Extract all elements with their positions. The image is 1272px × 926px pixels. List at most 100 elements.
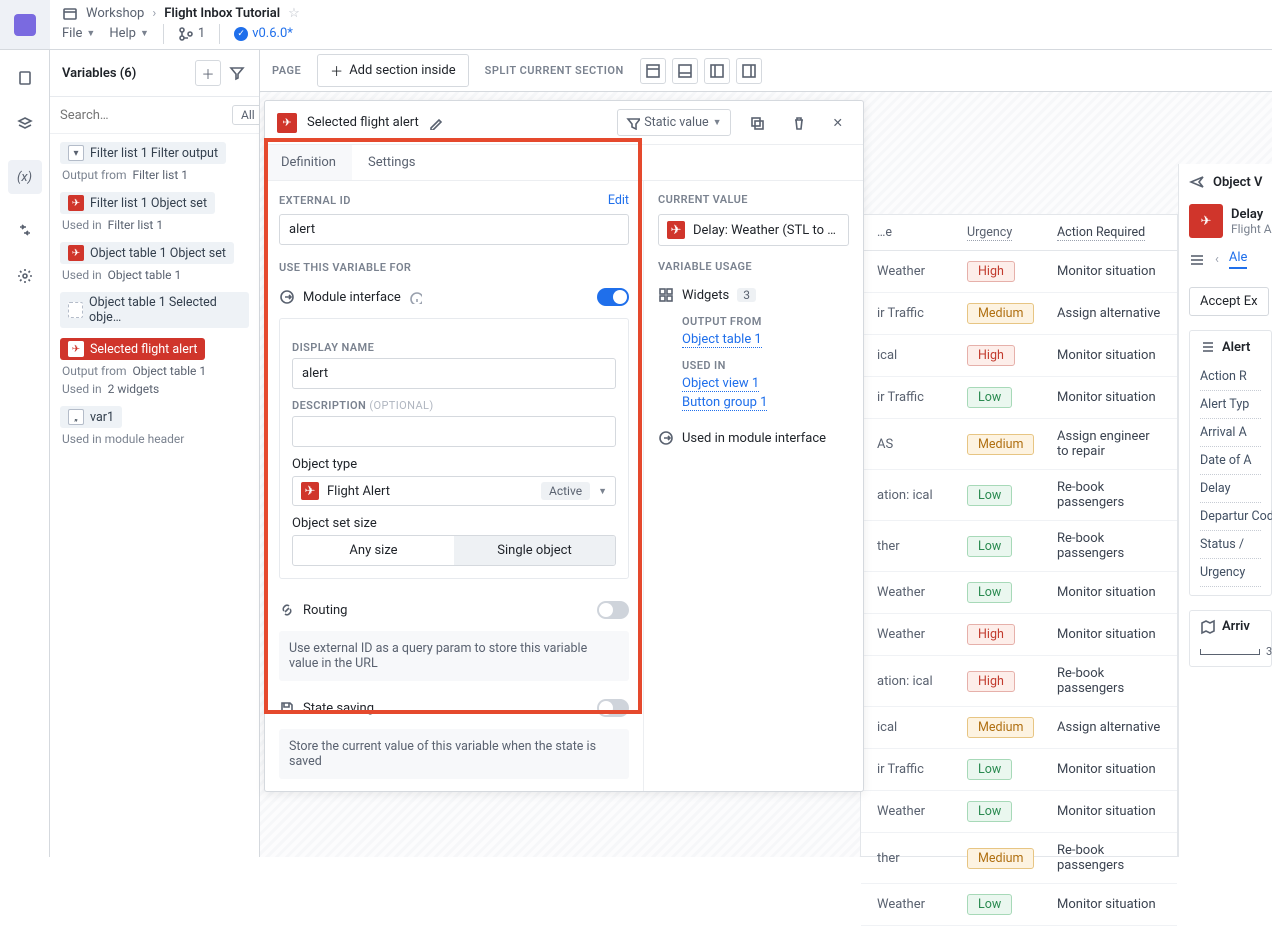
col-header[interactable]: Action Required [1049,225,1169,240]
variable-link[interactable]: Object table 1 [133,364,207,378]
variable-link[interactable]: 2 widgets [108,382,160,396]
split-option-1[interactable] [640,58,666,84]
col-header[interactable]: …e [869,225,959,240]
widgets-row[interactable]: Widgets 3 [658,281,849,309]
edit-link[interactable]: Edit [608,193,629,208]
object-subtitle: Flight A [1231,222,1272,236]
state-toggle[interactable] [597,699,629,717]
split-option-2[interactable] [672,58,698,84]
tab-settings[interactable]: Settings [352,145,431,180]
variable-item[interactable]: ▾Filter list 1 Filter output [60,142,226,164]
set-size-segment: Any size Single object [292,535,616,566]
chevron-right-icon: › [152,6,156,21]
split-option-4[interactable] [736,58,762,84]
status-badge: Active [541,482,590,500]
variable-item[interactable]: „var1 [60,406,122,428]
property-row[interactable]: Delay [1200,475,1261,503]
search-input[interactable] [60,108,226,123]
table-row[interactable]: icalHighMonitor situation [861,335,1177,377]
variable-item-selected[interactable]: ✈Selected flight alert [60,338,205,360]
property-row[interactable]: Date of A [1200,447,1261,475]
breadcrumb-page[interactable]: Flight Inbox Tutorial [164,6,280,21]
favorite-icon[interactable]: ☆ [288,6,300,21]
state-note: Store the current value of this variable… [279,729,629,779]
rail-layers-icon[interactable] [15,114,35,134]
variable-item[interactable]: Object table 1 Selected obje… [60,292,249,328]
table-row[interactable]: ation: icalLowRe-book passengers [861,470,1177,521]
property-row[interactable]: Urgency [1200,559,1261,587]
edit-icon[interactable] [429,116,443,130]
tab-definition[interactable]: Definition [265,145,352,180]
app-logo[interactable] [0,0,50,49]
variable-link[interactable]: Object table 1 [108,268,182,282]
table-row[interactable]: ir TrafficMediumAssign alternative [861,293,1177,335]
table-row[interactable]: ir TrafficLowMonitor situation [861,377,1177,419]
table-row[interactable]: WeatherLowMonitor situation [861,572,1177,614]
external-id-input[interactable] [279,214,629,245]
info-icon[interactable] [409,291,422,304]
rail-flow-icon[interactable] [15,220,35,240]
plane-icon: ✈ [277,113,297,133]
back-icon[interactable]: ‹ [1215,252,1219,267]
table-row[interactable]: WeatherLowMonitor situation [861,884,1177,926]
output-from-link[interactable]: Object table 1 [682,332,762,348]
version-indicator[interactable]: ✓v0.6.0* [234,26,293,41]
used-in-link[interactable]: Button group 1 [682,395,767,411]
used-in-link[interactable]: Object view 1 [682,376,759,392]
seg-single-object[interactable]: Single object [454,536,615,565]
variable-link[interactable]: Filter list 1 [133,168,188,182]
rail-variables-icon[interactable]: (x) [8,160,42,194]
variable-link[interactable]: Filter list 1 [108,218,163,232]
table-row[interactable]: ation: icalHighRe-book passengers [861,656,1177,707]
table-row[interactable]: therMediumRe-book passengers [861,833,1177,884]
description-input[interactable] [292,416,616,447]
widgets-icon [658,287,674,303]
plane-icon: ✈ [68,245,84,261]
property-row[interactable]: Arrival A [1200,419,1261,447]
sidebar-filter-icon[interactable] [227,60,247,86]
property-row[interactable]: Departur Code [1200,503,1261,531]
menu-file[interactable]: File▼ [62,26,95,41]
sidebar-title: Variables (6) [62,66,136,81]
property-row[interactable]: Status / [1200,531,1261,559]
display-name-input[interactable] [292,358,616,389]
table-row[interactable]: therLowRe-book passengers [861,521,1177,572]
tab-alerts[interactable]: Ale [1229,250,1248,269]
module-interface-toggle[interactable] [597,288,629,306]
window-icon [62,6,78,22]
close-icon[interactable]: ✕ [825,112,851,134]
variable-item[interactable]: ✈Filter list 1 Object set [60,192,215,214]
seg-any-size[interactable]: Any size [293,536,454,565]
accept-button[interactable]: Accept Ex [1189,287,1269,316]
module-interface-label: Module interface [303,290,401,305]
col-header[interactable]: Urgency [959,225,1049,240]
routing-note: Use external ID as a query param to stor… [279,631,629,681]
static-value-dropdown[interactable]: Static value▼ [617,109,730,136]
table-row[interactable]: ASMediumAssign engineer to repair [861,419,1177,470]
rail-page-icon[interactable] [15,68,35,88]
property-row[interactable]: Action R [1200,363,1261,391]
menu-help[interactable]: Help▼ [109,26,149,41]
add-section-button[interactable]: ＋Add section inside [317,54,468,87]
routing-label: Routing [303,603,347,618]
table-row[interactable]: icalMediumAssign alternative [861,707,1177,749]
routing-toggle[interactable] [597,601,629,619]
table-row[interactable]: ir TrafficLowMonitor situation [861,749,1177,791]
current-value-chip[interactable]: ✈ Delay: Weather (STL to … [658,214,849,246]
split-option-3[interactable] [704,58,730,84]
breadcrumb-app[interactable]: Workshop [86,6,144,21]
branch-indicator[interactable]: 1 [178,26,205,42]
copy-icon[interactable] [741,112,773,134]
table-row[interactable]: WeatherLowMonitor situation [861,791,1177,833]
object-type-select[interactable]: ✈ Flight Alert Active ▼ [292,476,616,506]
variable-item[interactable]: ✈Object table 1 Object set [60,242,234,264]
table-row[interactable]: WeatherHighMonitor situation [861,251,1177,293]
table-row[interactable]: WeatherHighMonitor situation [861,614,1177,656]
quote-icon: „ [68,409,84,425]
menu-icon[interactable] [1189,252,1205,268]
property-row[interactable]: Alert Typ [1200,391,1261,419]
add-variable-button[interactable]: ＋ [195,60,221,86]
plane-icon: ✈ [1189,204,1223,238]
trash-icon[interactable] [783,112,815,134]
rail-settings-icon[interactable] [15,266,35,286]
